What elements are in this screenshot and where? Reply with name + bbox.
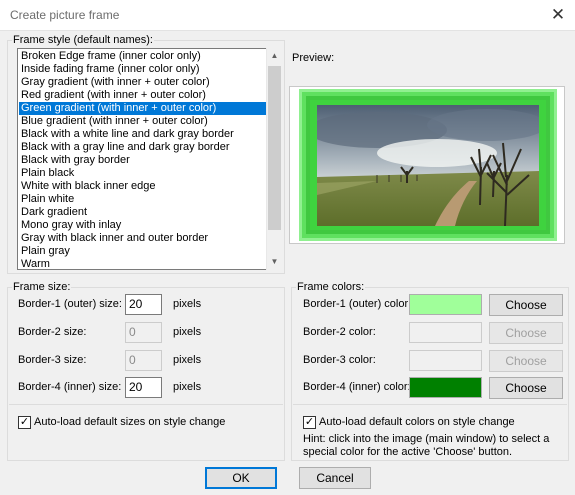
border4-choose-button[interactable]: Choose — [489, 377, 563, 399]
border3-size-label: Border-3 size: — [18, 354, 87, 366]
border1-color-swatch[interactable] — [409, 294, 482, 315]
autoload-sizes-checkbox[interactable]: ✓ — [18, 416, 31, 429]
color-divider — [293, 404, 567, 405]
frame-style-list-item[interactable]: Black with gray border — [19, 154, 267, 167]
frame-style-list-item[interactable]: Black with a gray line and dark gray bor… — [19, 141, 267, 154]
frame-style-list-item[interactable]: Broken Edge frame (inner color only) — [19, 50, 267, 63]
border2-color-label: Border-2 color: — [303, 326, 376, 338]
frame-colors-legend: Frame colors: — [297, 281, 365, 293]
border4-size-unit: pixels — [173, 381, 202, 393]
frame-style-list-item[interactable]: Gray with black inner and outer border — [19, 232, 267, 245]
cancel-button[interactable]: Cancel — [299, 467, 371, 489]
border4-size-input[interactable]: 20 — [125, 377, 162, 398]
autoload-sizes-label: Auto-load default sizes on style change — [34, 416, 226, 428]
border1-size-label: Border-1 (outer) size: — [18, 298, 122, 310]
color-hint-text: Hint: click into the image (main window)… — [303, 433, 550, 458]
frame-style-list-item[interactable]: Plain gray — [19, 245, 267, 258]
border2-color-swatch[interactable] — [409, 322, 482, 343]
border1-color-label: Border-1 (outer) color: — [303, 298, 412, 310]
scroll-down-icon[interactable]: ▼ — [266, 255, 283, 269]
border4-color-label: Border-4 (inner) color: — [303, 381, 411, 393]
size-divider — [9, 404, 283, 405]
preview-label: Preview: — [292, 52, 335, 64]
border4-size-label: Border-4 (inner) size: — [18, 381, 122, 393]
window-title: Create picture frame — [10, 8, 120, 22]
preview-photo — [317, 105, 539, 226]
border2-size-input[interactable]: 0 — [125, 322, 162, 343]
border1-size-input[interactable]: 20 — [125, 294, 162, 315]
autoload-colors-label: Auto-load default colors on style change — [319, 416, 515, 428]
border2-size-unit: pixels — [173, 326, 202, 338]
frame-style-legend: Frame style (default names): — [13, 34, 153, 46]
frame-style-list-item[interactable]: Gray gradient (with inner + outer color) — [19, 76, 267, 89]
autoload-colors-checkbox[interactable]: ✓ — [303, 416, 316, 429]
frame-style-list-item[interactable]: Plain white — [19, 193, 267, 206]
border1-choose-button[interactable]: Choose — [489, 294, 563, 316]
border3-size-unit: pixels — [173, 354, 202, 366]
landscape-image — [317, 105, 539, 226]
border3-color-swatch[interactable] — [409, 350, 482, 371]
frame-style-list-item[interactable]: Red gradient (with inner + outer color) — [19, 89, 267, 102]
frame-style-list-item[interactable]: Green gradient (with inner + outer color… — [19, 102, 267, 115]
frame-style-list-item[interactable]: Mono gray with inlay — [19, 219, 267, 232]
close-icon[interactable]: ✕ — [546, 3, 570, 27]
border3-choose-button[interactable]: Choose — [489, 350, 563, 372]
frame-style-list-item[interactable]: Black with a white line and dark gray bo… — [19, 128, 267, 141]
frame-style-list-item[interactable]: Plain black — [19, 167, 267, 180]
frame-style-list-item[interactable]: Blue gradient (with inner + outer color) — [19, 115, 267, 128]
frame-style-list-item[interactable]: Inside fading frame (inner color only) — [19, 63, 267, 76]
ok-button[interactable]: OK — [205, 467, 277, 489]
frame-size-legend: Frame size: — [13, 281, 71, 293]
scroll-thumb[interactable] — [268, 66, 281, 230]
border2-choose-button[interactable]: Choose — [489, 322, 563, 344]
border3-color-label: Border-3 color: — [303, 354, 376, 366]
frame-style-list-item[interactable]: White with black inner edge — [19, 180, 267, 193]
border2-size-label: Border-2 size: — [18, 326, 87, 338]
frame-style-list-item[interactable]: Dark gradient — [19, 206, 267, 219]
border1-size-unit: pixels — [173, 298, 202, 310]
border4-color-swatch[interactable] — [409, 377, 482, 398]
frame-style-list-item[interactable]: Warm — [19, 258, 267, 269]
frame-style-list[interactable]: Broken Edge frame (inner color only) Insi… — [17, 48, 283, 270]
border3-size-input[interactable]: 0 — [125, 350, 162, 371]
scroll-up-icon[interactable]: ▲ — [266, 49, 283, 63]
